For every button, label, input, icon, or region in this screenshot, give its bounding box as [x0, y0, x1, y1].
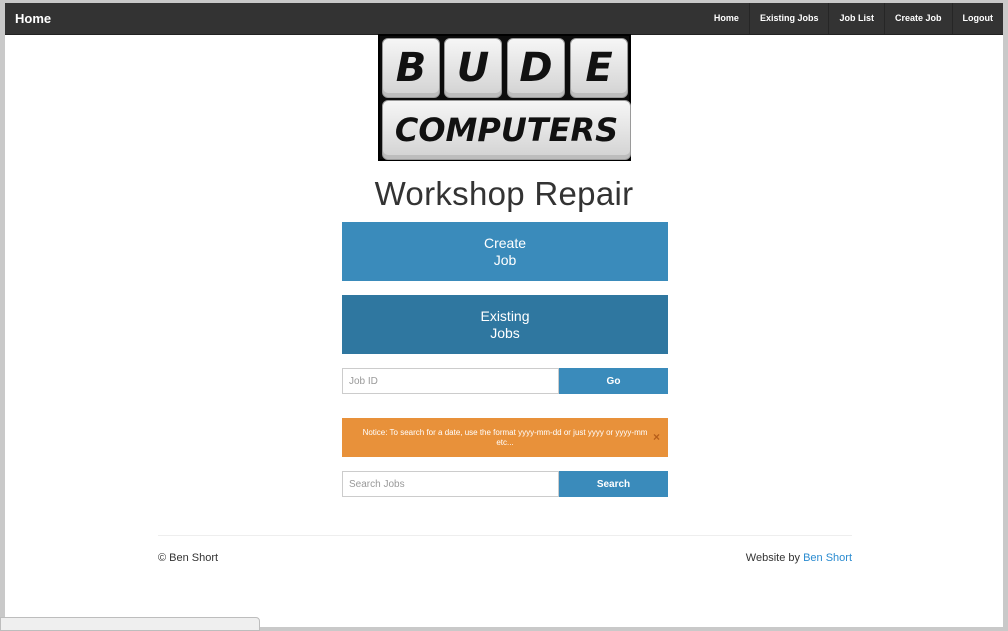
search-button[interactable]: Search — [559, 471, 668, 497]
notice-text: Notice: To search for a date, use the fo… — [362, 427, 648, 447]
logo-key-d: D — [507, 38, 565, 98]
footer-credit: Website by Ben Short — [746, 552, 852, 564]
close-icon[interactable]: × — [653, 430, 660, 444]
date-format-notice: Notice: To search for a date, use the fo… — [342, 418, 668, 457]
existing-jobs-button[interactable]: Existing Jobs — [342, 295, 668, 354]
logo-key-computers: COMPUTERS — [382, 100, 631, 160]
job-id-input[interactable] — [342, 368, 559, 394]
logo-key-e: E — [570, 38, 628, 98]
logo-key-u: U — [444, 38, 502, 98]
nav-link-job-list[interactable]: Job List — [828, 3, 884, 34]
nav-links: Home Existing Jobs Job List Create Job L… — [704, 3, 1003, 34]
page-title: Workshop Repair — [374, 175, 634, 212]
nav-link-create-job[interactable]: Create Job — [883, 3, 952, 34]
job-id-form: Go — [342, 368, 668, 394]
nav-link-home[interactable]: Home — [704, 3, 749, 34]
bude-computers-logo: B U D E COMPUTERS — [378, 34, 631, 161]
search-jobs-input[interactable] — [342, 471, 559, 497]
search-form: Search — [342, 471, 668, 497]
footer-divider — [158, 535, 852, 536]
footer-copyright: © Ben Short — [158, 552, 219, 564]
go-button[interactable]: Go — [559, 368, 668, 394]
footer-author-link[interactable]: Ben Short — [803, 552, 852, 564]
page: Home Home Existing Jobs Job List Create … — [5, 3, 1003, 627]
top-navbar: Home Home Existing Jobs Job List Create … — [5, 3, 1003, 35]
browser-status-tab — [0, 617, 260, 631]
footer-credit-prefix: Website by — [745, 552, 804, 564]
nav-link-logout[interactable]: Logout — [951, 3, 1004, 34]
create-job-button[interactable]: Create Job — [342, 222, 668, 281]
brand-home-link[interactable]: Home — [15, 3, 51, 34]
logo-key-b: B — [382, 38, 440, 98]
nav-link-existing-jobs[interactable]: Existing Jobs — [748, 3, 829, 34]
